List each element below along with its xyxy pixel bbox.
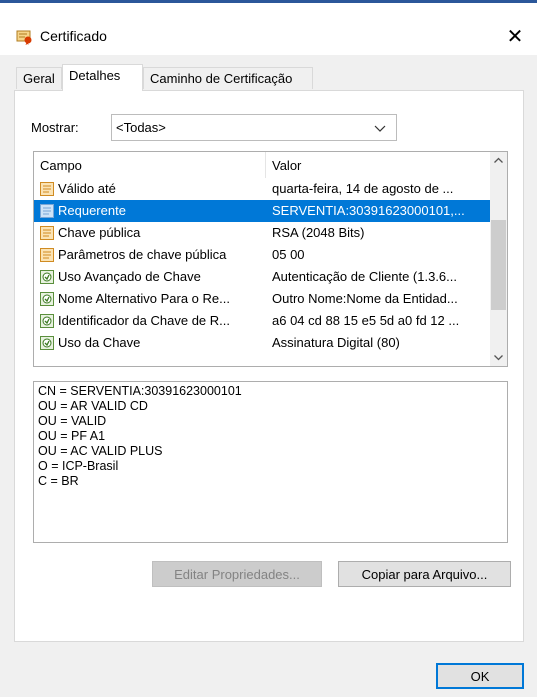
list-row[interactable]: Uso Avançado de Chave Autenticação de Cl… [34, 266, 490, 288]
detail-line: CN = SERVENTIA:30391623000101 [38, 384, 242, 398]
tab-detalhes[interactable]: Detalhes [62, 64, 143, 91]
show-select[interactable]: <Todas> [111, 114, 397, 141]
document-field-icon [39, 225, 55, 241]
detail-line: C = BR [38, 474, 79, 488]
list-row[interactable]: Parâmetros de chave pública 05 00 [34, 244, 490, 266]
field-name: Chave pública [58, 225, 141, 240]
list-row[interactable]: Uso da Chave Assinatura Digital (80) [34, 332, 490, 354]
detail-line: OU = PF A1 [38, 429, 106, 443]
document-field-icon [39, 247, 55, 263]
column-header-valor[interactable]: Valor [266, 152, 490, 178]
field-value: Autenticação de Cliente (1.3.6... [272, 269, 458, 284]
list-row[interactable]: Identificador da Chave de R... a6 04 cd … [34, 310, 490, 332]
scroll-down-icon[interactable] [490, 349, 507, 366]
tab-label: Detalhes [69, 68, 121, 83]
show-label: Mostrar: [31, 120, 79, 135]
show-select-value: <Todas> [116, 120, 166, 135]
extension-field-icon [39, 269, 55, 285]
chevron-down-icon [374, 122, 386, 134]
field-name: Nome Alternativo Para o Re... [58, 291, 230, 306]
field-value: quarta-feira, 14 de agosto de ... [272, 181, 454, 196]
detail-line: O = ICP-Brasil [38, 459, 119, 473]
scrollbar-thumb[interactable] [491, 220, 506, 310]
field-name: Parâmetros de chave pública [58, 247, 227, 262]
details-panel: Mostrar: <Todas> Campo Valor Válido até … [14, 90, 524, 642]
field-detail-text[interactable]: CN = SERVENTIA:30391623000101 OU = AR VA… [33, 381, 508, 543]
extension-field-icon [39, 313, 55, 329]
tab-caminho-de-certificacao[interactable]: Caminho de Certificação [143, 67, 313, 89]
list-row[interactable]: Válido até quarta-feira, 14 de agosto de… [34, 178, 490, 200]
fields-list[interactable]: Campo Valor Válido até quarta-feira, 14 … [33, 151, 508, 367]
list-header: Campo Valor [34, 152, 490, 178]
ok-button[interactable]: OK [436, 663, 524, 689]
list-row-selected[interactable]: Requerente SERVENTIA:30391623000101,... [34, 200, 490, 222]
title-bar[interactable]: Certificado ✕ [0, 3, 537, 55]
field-value: Outro Nome:Nome da Entidad... [272, 291, 458, 306]
field-value: 05 00 [272, 247, 305, 262]
field-name: Requerente [58, 203, 126, 218]
vertical-scrollbar[interactable] [490, 152, 507, 366]
field-name: Uso da Chave [58, 335, 141, 350]
document-field-icon [39, 181, 55, 197]
edit-properties-button[interactable]: Editar Propriedades... [152, 561, 322, 587]
detail-line: OU = VALID [38, 414, 107, 428]
copy-to-file-button[interactable]: Copiar para Arquivo... [338, 561, 511, 587]
document-field-icon [39, 203, 55, 219]
tab-label: Geral [23, 71, 55, 86]
detail-line: OU = AR VALID CD [38, 399, 148, 413]
extension-field-icon [39, 335, 55, 351]
field-value: RSA (2048 Bits) [272, 225, 365, 240]
certificate-dialog: Geral Detalhes Caminho de Certificação M… [0, 55, 537, 697]
column-header-campo[interactable]: Campo [34, 152, 265, 178]
field-value: Assinatura Digital (80) [272, 335, 400, 350]
window-title: Certificado [40, 28, 107, 44]
list-row[interactable]: Chave pública RSA (2048 Bits) [34, 222, 490, 244]
close-icon[interactable]: ✕ [503, 25, 527, 49]
extension-field-icon [39, 291, 55, 307]
field-name: Identificador da Chave de R... [58, 313, 230, 328]
tab-geral[interactable]: Geral [16, 67, 62, 89]
field-value: SERVENTIA:30391623000101,... [272, 203, 465, 218]
scroll-up-icon[interactable] [490, 152, 507, 169]
field-name: Válido até [58, 181, 116, 196]
certificate-icon [16, 29, 34, 45]
tab-label: Caminho de Certificação [150, 71, 293, 86]
field-value: a6 04 cd 88 15 e5 5d a0 fd 12 ... [272, 313, 460, 328]
field-name: Uso Avançado de Chave [58, 269, 201, 284]
list-row[interactable]: Nome Alternativo Para o Re... Outro Nome… [34, 288, 490, 310]
detail-line: OU = AC VALID PLUS [38, 444, 163, 458]
